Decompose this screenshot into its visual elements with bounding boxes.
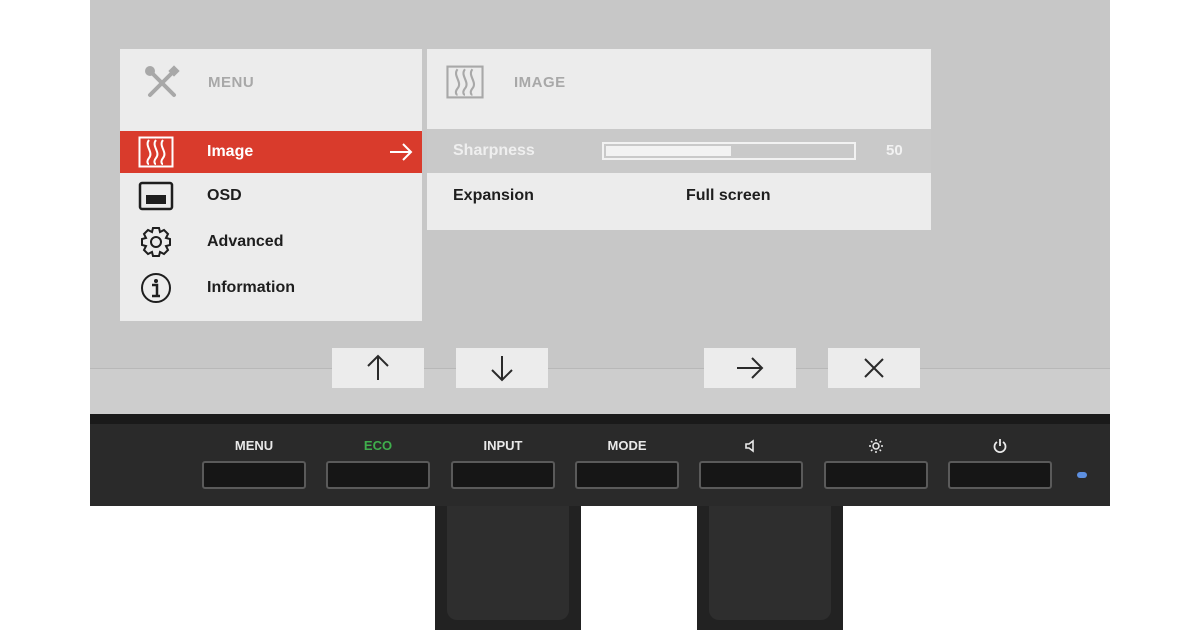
power-key[interactable] — [948, 461, 1052, 489]
eco-key[interactable] — [326, 461, 430, 489]
hint-right — [704, 348, 796, 388]
menu-item-image[interactable]: Image — [120, 131, 422, 173]
mode-key[interactable] — [575, 461, 679, 489]
menu-item-label: Image — [207, 143, 254, 160]
close-icon — [864, 358, 884, 378]
stand-left-leg — [435, 506, 581, 630]
sharpness-value: 50 — [886, 142, 903, 159]
submenu-header-label: IMAGE — [514, 74, 566, 91]
expansion-label: Expansion — [453, 187, 534, 204]
button-hint-bar — [90, 368, 1110, 415]
menu-item-label: Advanced — [207, 233, 284, 250]
speaker-icon — [745, 439, 754, 453]
mode-key-label: MODE — [607, 438, 647, 453]
input-key-label: INPUT — [483, 438, 523, 453]
power-led — [1077, 472, 1087, 478]
image-waves-icon — [446, 65, 484, 99]
hint-close — [828, 348, 920, 388]
input-key[interactable] — [451, 461, 555, 489]
stand-right-leg — [697, 506, 843, 630]
menu-item-information[interactable]: Information — [120, 267, 422, 309]
menu-item-label: Information — [207, 279, 295, 296]
monitor-osd-icon — [138, 181, 174, 211]
wrench-screwdriver-icon — [145, 65, 180, 97]
power-icon — [993, 439, 1007, 453]
arrow-down-icon — [491, 356, 513, 382]
menu-item-label: OSD — [207, 187, 242, 204]
eco-key-label: ECO — [363, 438, 393, 453]
menu-header: MENU — [120, 49, 422, 119]
arrow-up-icon — [367, 354, 389, 380]
monitor-bezel: MENU ECO INPUT MODE — [90, 414, 1110, 506]
info-icon — [141, 273, 171, 303]
brightness-key[interactable] — [824, 461, 928, 489]
expansion-row[interactable]: Expansion Full screen — [427, 174, 931, 218]
menu-item-osd[interactable]: OSD — [120, 175, 422, 217]
hint-down — [456, 348, 548, 388]
menu-key-label: MENU — [234, 438, 274, 453]
arrow-right-icon — [390, 143, 413, 161]
sharpness-label: Sharpness — [453, 142, 535, 159]
menu-key[interactable] — [202, 461, 306, 489]
volume-key[interactable] — [699, 461, 803, 489]
sharpness-row[interactable]: Sharpness 50 — [427, 129, 931, 173]
sharpness-slider-fill — [606, 146, 731, 156]
menu-item-advanced[interactable]: Advanced — [120, 221, 422, 263]
main-menu-panel: MENU Image OSD Advanced Information — [120, 49, 422, 321]
hint-up — [332, 348, 424, 388]
monitor-screen: MENU Image OSD Advanced Information IMAG… — [90, 0, 1110, 415]
image-submenu-panel: IMAGE Sharpness 50 Expansion Full screen — [427, 49, 931, 230]
menu-header-label: MENU — [208, 74, 255, 91]
brightness-icon — [869, 439, 883, 453]
sharpness-slider[interactable] — [602, 142, 856, 160]
arrow-right-icon — [737, 357, 764, 379]
submenu-header: IMAGE — [427, 49, 931, 119]
gear-icon — [141, 227, 171, 257]
image-waves-icon — [138, 136, 174, 168]
expansion-value: Full screen — [686, 187, 771, 204]
